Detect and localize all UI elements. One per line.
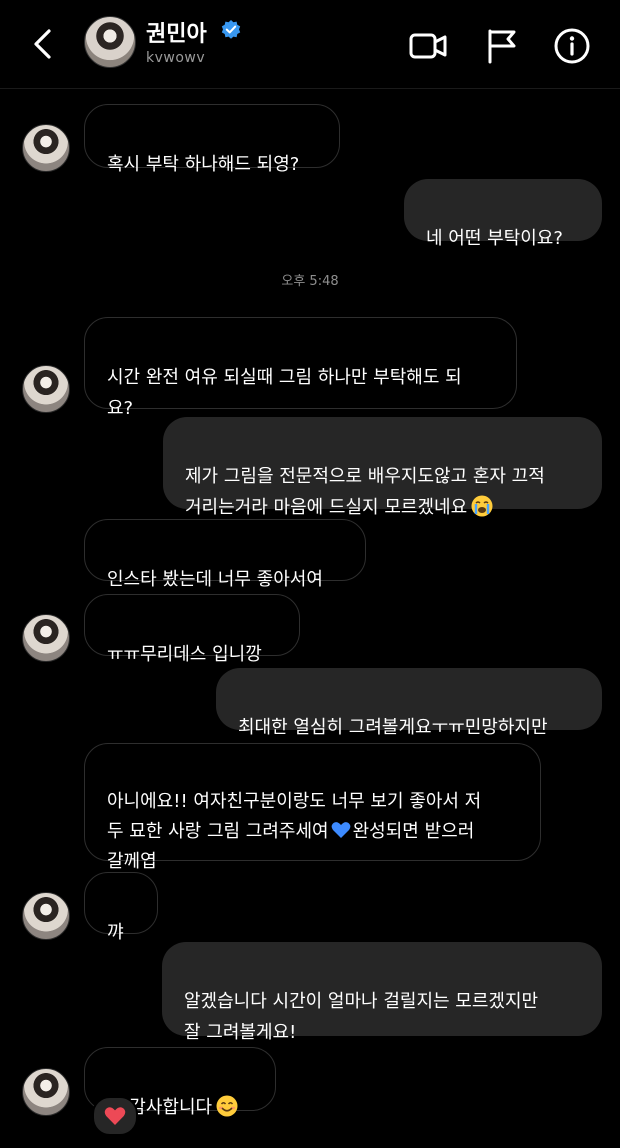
message-outgoing[interactable]: 최대한 열심히 그려볼게요ㅜㅠ민망하지만 [216,668,602,738]
verified-badge-icon [221,20,241,39]
message-incoming[interactable]: 아니에요!! 여자친구분이랑도 너무 보기 좋아서 저 두 묘한 사랑 그림 그… [84,743,541,872]
info-icon[interactable] [552,26,592,66]
sender-avatar[interactable] [22,1068,70,1116]
message-text: 꺄 [107,922,124,943]
smiling-face-icon [216,1095,238,1117]
message-incoming[interactable]: 인스타 봤는데 너무 좋아서여 [84,519,366,590]
sender-avatar[interactable] [22,614,70,662]
message-outgoing[interactable]: 알겠습니다 시간이 얼마나 걸릴지는 모르겠지만 잘 그려볼게요! [162,942,602,1043]
message-incoming[interactable]: ㅠㅠ무리데스 입니깡 [84,594,300,665]
message-text: 혹시 부탁 하나해드 되영? [107,154,300,175]
contact-username: kvwowv [146,50,206,66]
video-call-icon[interactable] [408,26,448,66]
blue-heart-icon [331,822,350,838]
message-reaction[interactable] [92,1096,138,1136]
message-incoming[interactable]: 혹시 부탁 하나해드 되영? [84,104,340,175]
message-text: 최대한 열심히 그려볼게요ㅜㅠ민망하지만 [238,717,548,738]
message-text: 알겠습니다 시간이 얼마나 걸릴지는 모르겠지만 잘 그려볼게요! [184,991,539,1043]
sender-avatar[interactable] [22,365,70,413]
back-chevron-icon[interactable] [26,26,62,62]
header-divider [0,88,620,89]
red-heart-icon [104,1107,126,1125]
message-timestamp: 오후 5:48 [281,274,339,289]
loudly-crying-face-icon [471,495,493,517]
message-incoming[interactable]: 꺄 [84,872,158,943]
message-incoming[interactable]: 시간 완전 여유 되실때 그림 하나만 부탁해도 되 요? [84,317,517,419]
contact-name[interactable]: 권민아 [146,16,207,48]
message-text: 인스타 봤는데 너무 좋아서여 [107,569,323,590]
sender-avatar[interactable] [22,892,70,940]
sender-avatar[interactable] [22,124,70,172]
message-text: 시간 완전 여유 되실때 그림 하나만 부탁해도 되 요? [107,367,462,419]
message-text: 네 어떤 부탁이요? [426,228,563,249]
flag-icon[interactable] [482,26,522,66]
message-outgoing[interactable]: 제가 그림을 전문적으로 배우지도않고 혼자 끄적 거리는거라 마음에 드실지 … [163,417,602,518]
message-outgoing[interactable]: 네 어떤 부탁이요? [404,179,602,249]
header-avatar[interactable] [84,16,136,68]
message-text: ㅠㅠ무리데스 입니깡 [107,644,262,665]
chat-header: 권민아 kvwowv [0,0,620,88]
